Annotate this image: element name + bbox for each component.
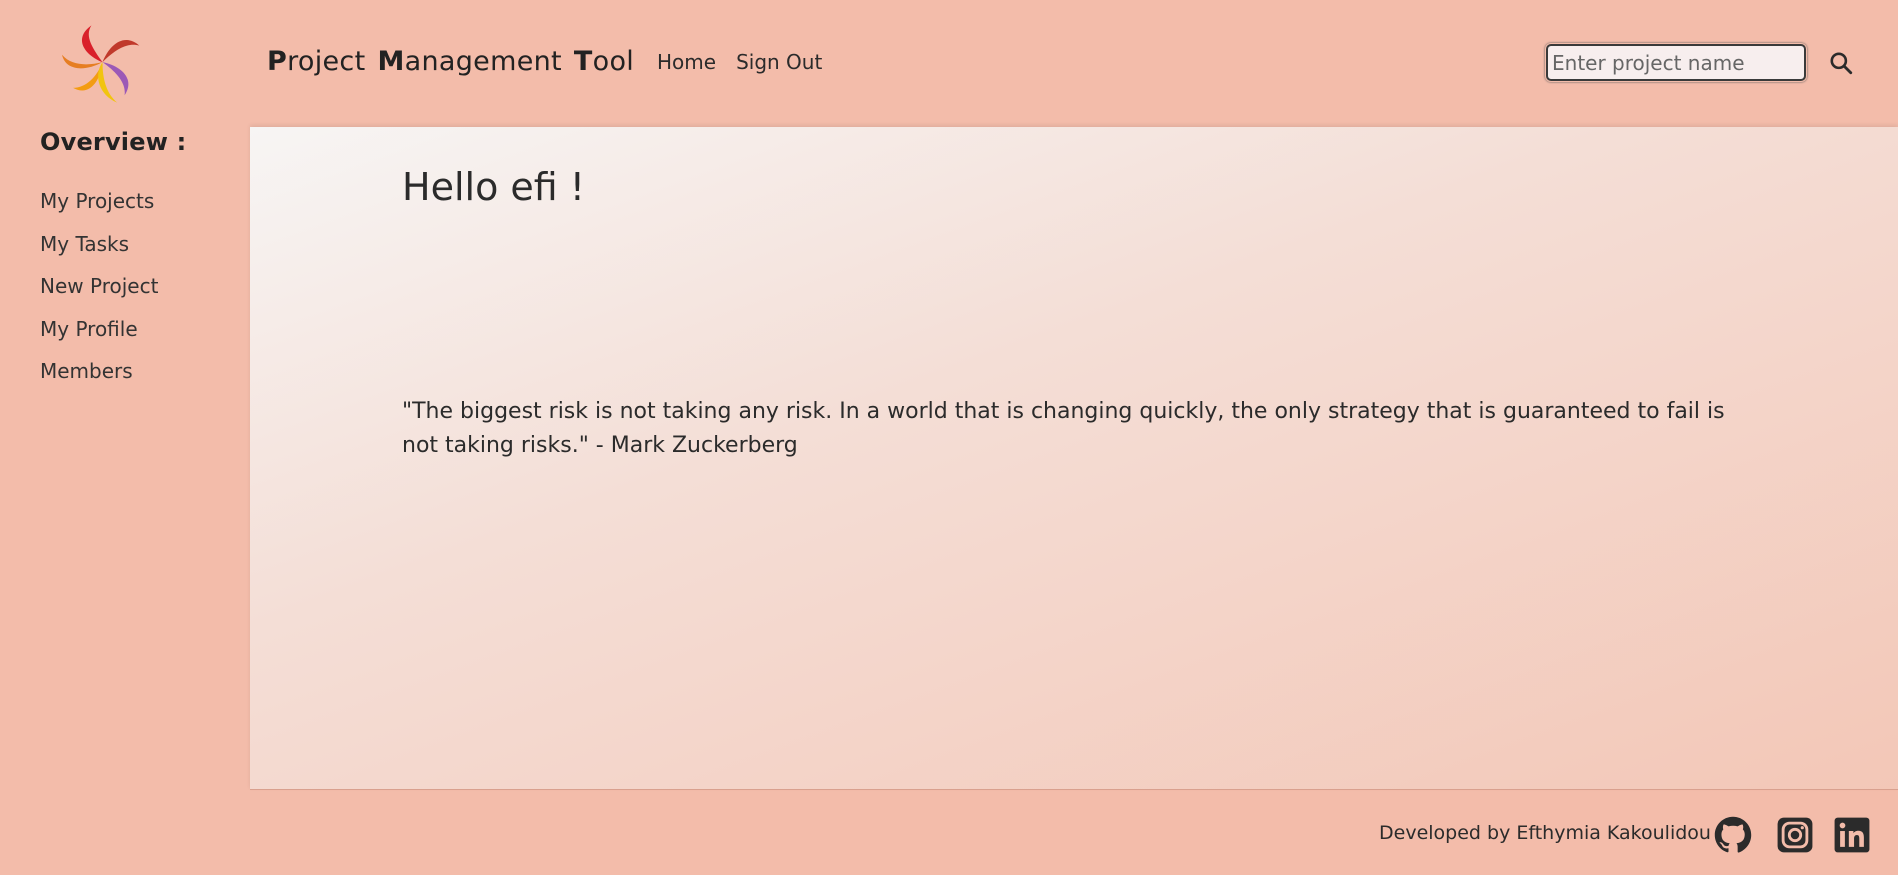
instagram-icon[interactable] xyxy=(1776,816,1814,854)
footer-credit: Developed by Efthymia Kakoulidou xyxy=(1379,822,1711,844)
brand-word-initial: P xyxy=(267,46,288,77)
search-input[interactable] xyxy=(1546,44,1806,81)
sidebar-item-new-project[interactable]: New Project xyxy=(40,273,158,316)
linkedin-icon[interactable] xyxy=(1833,816,1871,854)
greeting-heading: Hello efi ! xyxy=(402,165,586,209)
brand-word-rest: roject xyxy=(287,46,366,77)
sidebar-item-members[interactable]: Members xyxy=(40,358,158,401)
logo-icon xyxy=(62,25,140,103)
sidebar-item-my-profile[interactable]: My Profile xyxy=(40,316,158,359)
brand-word-rest: anagement xyxy=(404,46,562,77)
quote-text: "The biggest risk is not taking any risk… xyxy=(402,399,1725,458)
sidebar-item-my-tasks[interactable]: My Tasks xyxy=(40,231,158,274)
sidebar-title: Overview : xyxy=(40,128,187,156)
app-title[interactable]: Project Management Tool xyxy=(267,46,646,77)
nav-home-link[interactable]: Home xyxy=(657,50,716,74)
sidebar-item-my-projects[interactable]: My Projects xyxy=(40,188,158,231)
top-nav: Home Sign Out xyxy=(657,50,822,74)
main-content: Hello efi ! "The biggest risk is not tak… xyxy=(250,127,1898,790)
sidebar-nav: My Projects My Tasks New Project My Prof… xyxy=(40,188,158,401)
sidebar: Overview : My Projects My Tasks New Proj… xyxy=(0,0,250,875)
search-icon[interactable] xyxy=(1828,50,1854,76)
brand-word-rest: ool xyxy=(592,46,635,77)
brand-word-initial: T xyxy=(573,46,593,77)
github-icon[interactable] xyxy=(1714,816,1752,854)
nav-sign-out-link[interactable]: Sign Out xyxy=(736,50,822,74)
brand-word-initial: M xyxy=(377,46,405,77)
